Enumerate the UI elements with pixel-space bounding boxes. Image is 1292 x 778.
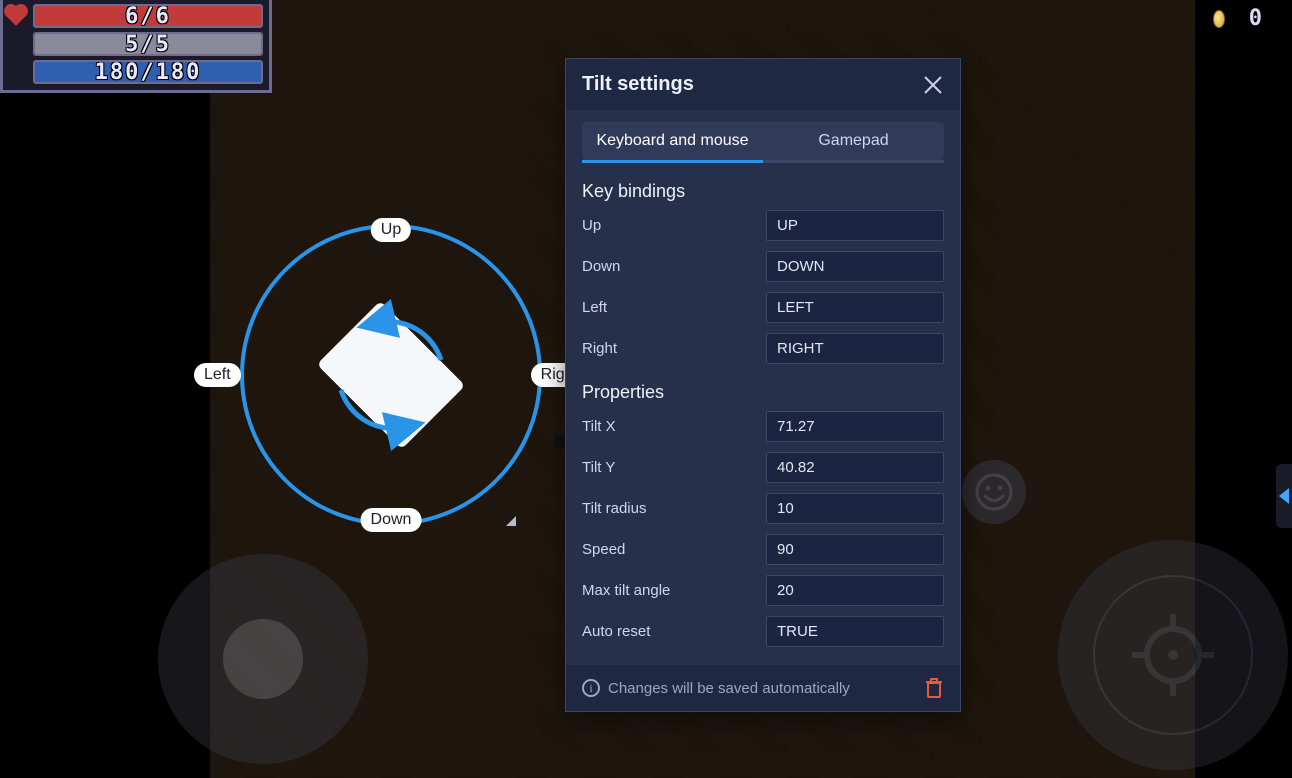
emote-button[interactable] — [962, 460, 1026, 524]
prop-row-auto-reset: Auto reset — [582, 616, 944, 647]
autosave-text: Changes will be saved automatically — [608, 680, 850, 697]
close-icon[interactable] — [922, 74, 944, 96]
tilt-label-left[interactable]: Left — [194, 363, 241, 387]
hud-armor-row: 5/5 — [9, 32, 263, 56]
hud-panel: 6/6 5/5 180/180 — [0, 0, 272, 93]
keybind-row-up: Up — [582, 210, 944, 241]
hud-mana-row: 180/180 — [9, 60, 263, 84]
prop-row-max-angle: Max tilt angle — [582, 575, 944, 606]
side-drawer-handle[interactable] — [1276, 464, 1292, 528]
keybind-label-down: Down — [582, 258, 620, 275]
tab-underline — [582, 160, 944, 163]
tilt-label-up[interactable]: Up — [371, 218, 411, 242]
keybind-input-down[interactable] — [766, 251, 944, 282]
aim-ring — [1093, 575, 1253, 735]
prop-label-max-angle: Max tilt angle — [582, 582, 670, 599]
hud-hp-row: 6/6 — [9, 4, 263, 28]
prop-label-speed: Speed — [582, 541, 625, 558]
keybind-row-down: Down — [582, 251, 944, 282]
trash-icon[interactable] — [924, 677, 944, 699]
prop-label-auto-reset: Auto reset — [582, 623, 650, 640]
heart-icon — [9, 7, 27, 25]
prop-input-tilt-radius[interactable] — [766, 493, 944, 524]
keybind-row-right: Right — [582, 333, 944, 364]
hp-value: 6/6 — [35, 6, 261, 26]
coin-counter: 0 — [1213, 6, 1262, 31]
prop-input-max-angle[interactable] — [766, 575, 944, 606]
crosshair-icon — [1128, 610, 1218, 700]
shield-icon — [9, 35, 27, 53]
prop-label-tilt-radius: Tilt radius — [582, 500, 646, 517]
prop-label-tilt-x: Tilt X — [582, 418, 616, 435]
keybindings-header: Key bindings — [582, 181, 944, 202]
tilt-label-down[interactable]: Down — [361, 508, 422, 532]
keybind-input-up[interactable] — [766, 210, 944, 241]
tab-keyboard-mouse[interactable]: Keyboard and mouse — [582, 122, 763, 160]
coin-icon — [1213, 10, 1225, 28]
keybind-label-left: Left — [582, 299, 607, 316]
prop-input-tilt-x[interactable] — [766, 411, 944, 442]
keybind-label-right: Right — [582, 340, 617, 357]
chevron-left-icon — [1279, 488, 1289, 504]
properties-header: Properties — [582, 382, 944, 403]
gem-icon — [9, 63, 27, 81]
prop-input-tilt-y[interactable] — [766, 452, 944, 483]
prop-label-tilt-y: Tilt Y — [582, 459, 615, 476]
input-mode-tabs: Keyboard and mouse Gamepad — [582, 122, 944, 160]
smiley-icon — [974, 472, 1014, 512]
tilt-direction-overlay[interactable]: Up Down Left Right — [240, 224, 542, 526]
armor-value: 5/5 — [35, 34, 261, 54]
tilt-settings-panel: Tilt settings Keyboard and mouse Gamepad… — [565, 58, 961, 712]
keybind-label-up: Up — [582, 217, 601, 234]
prop-row-tilt-radius: Tilt radius — [582, 493, 944, 524]
mana-value: 180/180 — [35, 62, 261, 82]
keybind-row-left: Left — [582, 292, 944, 323]
keybind-input-right[interactable] — [766, 333, 944, 364]
hp-bar: 6/6 — [33, 4, 263, 28]
tab-gamepad[interactable]: Gamepad — [763, 122, 944, 160]
info-icon: i — [582, 679, 600, 697]
armor-bar: 5/5 — [33, 32, 263, 56]
coin-value: 0 — [1249, 6, 1262, 31]
panel-title: Tilt settings — [582, 73, 694, 96]
panel-footer: i Changes will be saved automatically — [566, 665, 960, 711]
prop-input-auto-reset[interactable] — [766, 616, 944, 647]
mana-bar: 180/180 — [33, 60, 263, 84]
prop-input-speed[interactable] — [766, 534, 944, 565]
aim-button[interactable] — [1058, 540, 1288, 770]
prop-row-speed: Speed — [582, 534, 944, 565]
prop-row-tilt-x: Tilt X — [582, 411, 944, 442]
keybind-input-left[interactable] — [766, 292, 944, 323]
joystick-thumb[interactable] — [223, 619, 303, 699]
virtual-joystick[interactable] — [158, 554, 368, 764]
panel-header: Tilt settings — [566, 59, 960, 110]
prop-row-tilt-y: Tilt Y — [582, 452, 944, 483]
